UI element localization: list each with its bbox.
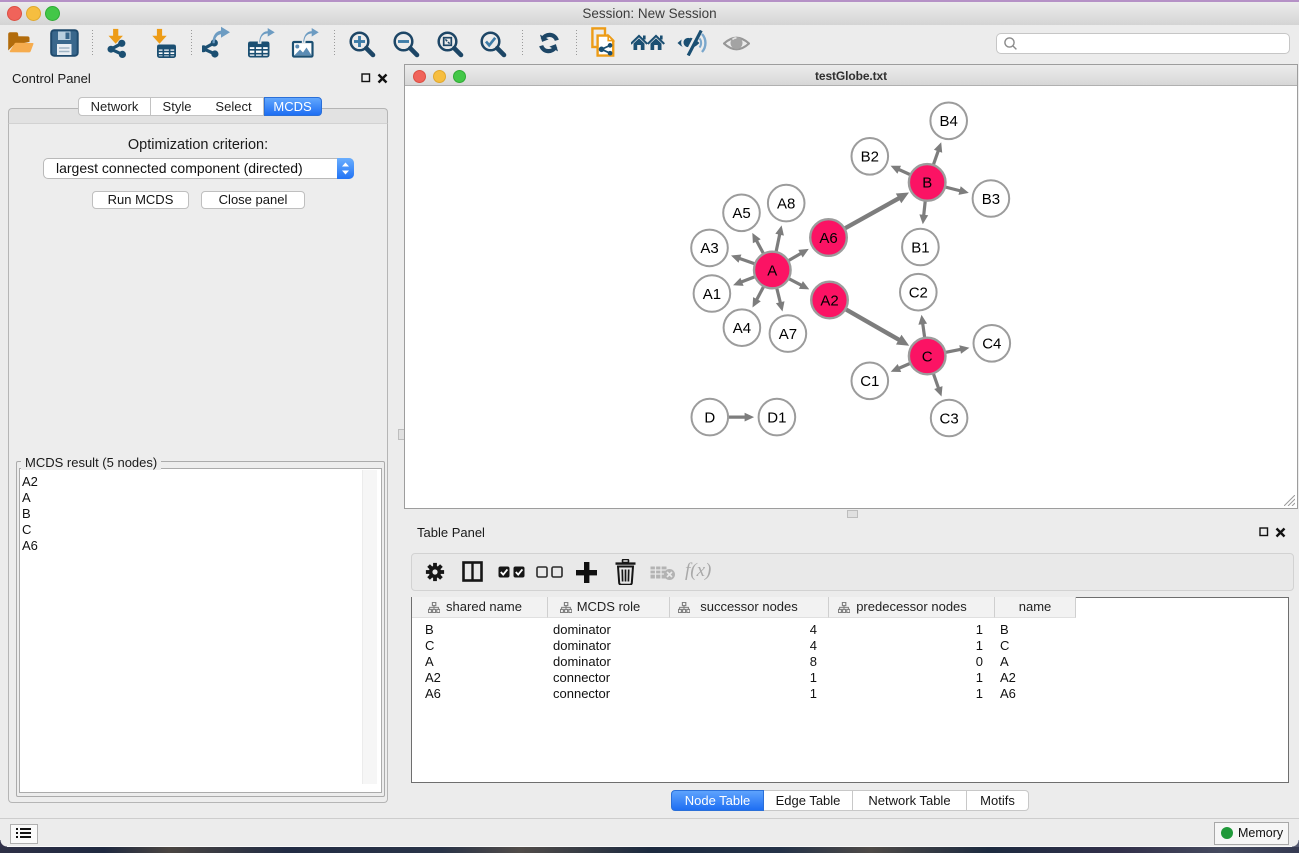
- svg-text:A8: A8: [777, 195, 795, 212]
- svg-text:C2: C2: [909, 285, 928, 302]
- svg-text:A2: A2: [820, 292, 838, 309]
- svg-text:C4: C4: [982, 336, 1001, 353]
- svg-text:B4: B4: [940, 113, 958, 130]
- svg-text:B1: B1: [911, 239, 929, 256]
- svg-text:A4: A4: [733, 320, 751, 337]
- svg-text:A3: A3: [700, 240, 718, 257]
- svg-text:C3: C3: [940, 410, 959, 427]
- svg-text:A1: A1: [703, 286, 721, 303]
- svg-text:A: A: [767, 262, 777, 279]
- svg-text:B: B: [922, 175, 932, 192]
- svg-text:D: D: [704, 409, 715, 426]
- svg-text:C: C: [922, 348, 933, 365]
- svg-text:D1: D1: [767, 409, 786, 426]
- svg-text:B2: B2: [861, 149, 879, 166]
- svg-text:A5: A5: [732, 205, 750, 222]
- svg-text:C1: C1: [860, 373, 879, 390]
- svg-text:A6: A6: [819, 230, 837, 247]
- svg-text:B3: B3: [982, 191, 1000, 208]
- svg-text:A7: A7: [779, 326, 797, 343]
